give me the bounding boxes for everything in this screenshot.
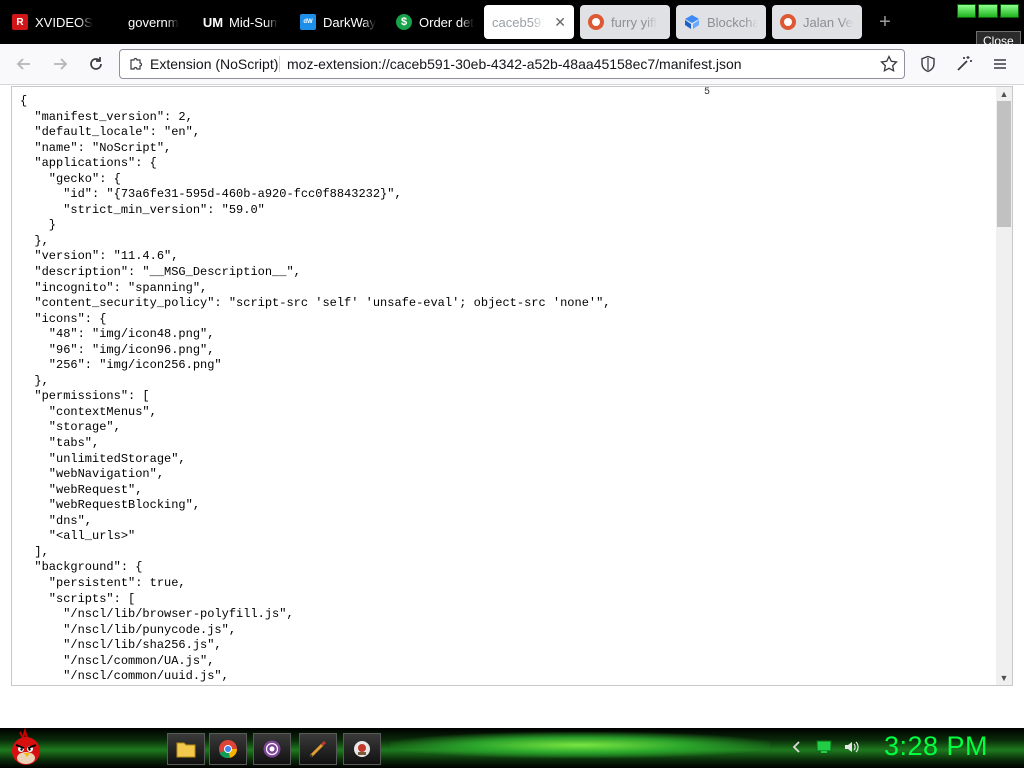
- tab-title: Blockcha: [707, 14, 758, 30]
- tab-governm[interactable]: governm: [120, 5, 194, 39]
- extension-magic-button[interactable]: [952, 52, 976, 76]
- scrollbar-thumb[interactable]: [997, 101, 1011, 227]
- chrome-icon: [219, 740, 238, 759]
- scroll-up-arrow-icon[interactable]: ▲: [996, 87, 1012, 101]
- identity-label: Extension (NoScript): [150, 56, 279, 72]
- angry-bird-start-icon: [12, 727, 40, 765]
- new-tab-plus-icon[interactable]: +: [874, 8, 896, 36]
- tab-title: DarkWay: [323, 14, 376, 30]
- taskbar-glow: [390, 732, 770, 758]
- tab-title: furry yiff: [611, 14, 657, 30]
- tab-furry-yiff[interactable]: furry yiff: [580, 5, 670, 39]
- tor-browser-icon: [263, 740, 281, 758]
- star-icon: [880, 54, 898, 73]
- media-app-icon: [354, 741, 370, 757]
- page-content: { "manifest_version": 2, "default_locale…: [11, 86, 1013, 686]
- battery-meter-icon: [957, 4, 1019, 18]
- folder-icon: [176, 742, 196, 758]
- reload-button[interactable]: [84, 52, 108, 76]
- xvideos-favicon-icon: R: [12, 14, 28, 30]
- dollar-favicon-icon: $: [396, 14, 412, 30]
- chrome-button[interactable]: [209, 733, 247, 765]
- tab-jalan-veh[interactable]: Jalan Veh: [772, 5, 862, 39]
- forward-button[interactable]: [48, 52, 72, 76]
- tab-blockchain[interactable]: Blockcha: [676, 5, 766, 39]
- tab-title: Jalan Veh: [803, 14, 854, 30]
- navigation-toolbar: Extension (NoScript) moz-extension://cac…: [0, 44, 1024, 85]
- tab-title: caceb591-: [492, 14, 546, 30]
- system-tray: [790, 740, 860, 754]
- show-hidden-icons-chevron-icon[interactable]: [790, 740, 804, 754]
- line-counter: 5: [704, 87, 711, 98]
- duckduckgo-favicon-icon: [780, 14, 796, 30]
- reload-icon: [90, 57, 102, 70]
- noscript-button[interactable]: [916, 52, 940, 76]
- tab-title: XVIDEOS: [35, 14, 93, 30]
- identity-separator: [279, 56, 280, 72]
- paint-tool-icon: [309, 740, 327, 758]
- paint-tool-button[interactable]: [299, 733, 337, 765]
- tab-order-details[interactable]: $ Order det: [388, 5, 482, 39]
- tor-browser-button[interactable]: [253, 733, 291, 765]
- tab-xvideos[interactable]: R XVIDEOS: [4, 5, 108, 39]
- um-favicon-icon: UM: [202, 14, 224, 30]
- action-center-icon[interactable]: [816, 740, 832, 754]
- volume-icon[interactable]: [844, 740, 860, 754]
- magic-wand-icon: [957, 56, 972, 71]
- media-app-button[interactable]: [343, 733, 381, 765]
- shield-icon: [921, 55, 935, 73]
- taskbar: 3:28 PM: [0, 727, 1024, 768]
- app-menu-button[interactable]: [988, 52, 1012, 76]
- back-button[interactable]: [12, 52, 36, 76]
- file-explorer-button[interactable]: [167, 733, 205, 765]
- hamburger-menu-icon: [994, 59, 1006, 69]
- back-arrow-icon: [16, 58, 30, 70]
- forward-arrow-icon: [54, 58, 68, 70]
- manifest-json-source: { "manifest_version": 2, "default_locale…: [20, 94, 611, 684]
- start-button[interactable]: [6, 727, 46, 768]
- tab-darkway[interactable]: dW DarkWay: [292, 5, 386, 39]
- tab-title: governm: [128, 14, 179, 30]
- scroll-down-arrow-icon[interactable]: ▼: [996, 671, 1012, 685]
- blockchain-favicon-icon: [684, 14, 700, 30]
- taskbar-clock[interactable]: 3:28 PM: [884, 731, 988, 762]
- tab-title: Mid-Sum: [229, 14, 278, 30]
- tab-manifest-active[interactable]: caceb591- ✕: [484, 5, 574, 39]
- site-identity-button[interactable]: Extension (NoScript): [128, 50, 278, 78]
- url-text[interactable]: moz-extension://caceb591-30eb-4342-a52b-…: [287, 50, 742, 78]
- tab-close-icon[interactable]: ✕: [554, 14, 566, 31]
- tab-strip: R XVIDEOS governm UM Mid-Sum dW DarkWay …: [0, 0, 1024, 51]
- vertical-scrollbar[interactable]: ▲ ▼: [996, 87, 1012, 685]
- darkway-favicon-icon: dW: [300, 14, 316, 30]
- tab-title: Order det: [419, 14, 474, 30]
- extension-puzzle-icon: [130, 57, 143, 70]
- url-bar[interactable]: Extension (NoScript) moz-extension://cac…: [119, 49, 905, 79]
- duckduckgo-favicon-icon: [588, 14, 604, 30]
- bookmark-star-button[interactable]: [880, 54, 898, 78]
- tab-mid-sum[interactable]: UM Mid-Sum: [196, 5, 286, 39]
